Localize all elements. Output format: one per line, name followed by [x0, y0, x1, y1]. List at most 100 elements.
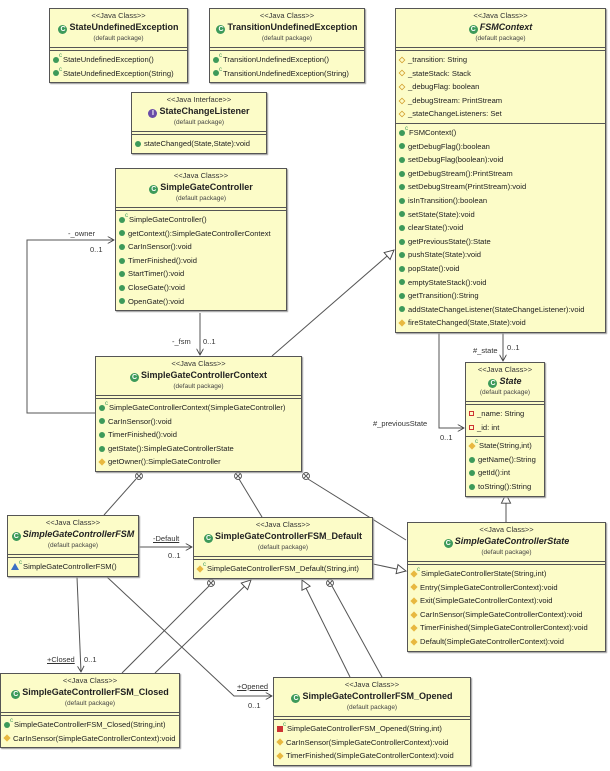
method-item[interactable]: getDebugStream():PrintStream — [399, 167, 605, 181]
class-box-simplegatecontrollerfsm-opened[interactable]: <<Java Class>> C SimpleGateControllerFSM_O… — [273, 677, 471, 766]
member-text: CloseGate():void — [128, 282, 185, 292]
method-item[interactable]: Exit(SimpleGateControllerContext):void — [410, 594, 605, 608]
method-item[interactable]: getState():SimpleGateControllerState — [99, 442, 301, 456]
class-box-simplegatecontrollerstate[interactable]: <<Java Class>> C SimpleGateControllerState… — [407, 522, 606, 652]
public-icon — [469, 456, 475, 463]
member-text: getContext():SimpleGateControllerContext — [128, 228, 271, 238]
state-role-label: #_state — [473, 346, 498, 355]
class-box-statechangelistener[interactable]: <<Java Interface>> I StateChangeListener (d… — [131, 92, 267, 154]
class-icon: C — [488, 379, 498, 388]
method-item[interactable]: c SimpleGateController() — [119, 213, 286, 227]
method-item[interactable]: Default(SimpleGateControllerContext):voi… — [410, 635, 605, 649]
methods-compartment: c StateUndefinedException() c StateUndefine… — [50, 51, 187, 82]
nesting-marker — [326, 579, 334, 587]
field-item[interactable]: _debugFlag: boolean — [398, 80, 605, 94]
method-item[interactable]: c TransitionUndefinedException(String) — [213, 67, 364, 81]
method-item[interactable]: c State(String,int) — [468, 439, 544, 453]
class-header: <<Java Class>> C SimpleGateController (defa… — [116, 169, 286, 207]
method-item[interactable]: CarInSensor(SimpleGateControllerContext)… — [276, 736, 470, 750]
field-item[interactable]: _stateChangeListeners: Set — [398, 107, 605, 121]
method-item[interactable]: emptyStateStack():void — [399, 276, 605, 290]
member-text: SimpleGateController() — [129, 215, 207, 224]
method-item[interactable]: getPreviousState():State — [399, 235, 605, 249]
field-item[interactable]: _name: String — [469, 407, 544, 421]
class-box-stateundefinedexception[interactable]: <<Java Class>> C StateUndefinedException (d… — [49, 8, 188, 84]
method-item[interactable]: c StateUndefinedException() — [53, 53, 187, 67]
method-item[interactable]: CarInSensor():void — [119, 240, 286, 254]
method-item[interactable]: c SimpleGateControllerFSM_Closed(String,i… — [4, 718, 179, 732]
package-label: (default package) — [257, 544, 309, 551]
class-box-simplegatecontroller[interactable]: <<Java Class>> C SimpleGateController (defa… — [115, 168, 287, 312]
method-item[interactable]: TimerFinished():void — [119, 254, 286, 268]
method-item[interactable]: StartTimer():void — [119, 267, 286, 281]
method-item[interactable]: TimerFinished():void — [99, 428, 301, 442]
protected-icon — [410, 638, 418, 646]
method-item[interactable]: getDebugFlag():boolean — [399, 140, 605, 154]
method-item[interactable]: popState():void — [399, 262, 605, 276]
class-name-text: SimpleGateControllerState — [454, 536, 570, 546]
method-item[interactable]: addStateChangeListener(StateChangeListen… — [399, 303, 605, 317]
member-text: CarInSensor(SimpleGateControllerContext)… — [420, 609, 583, 619]
method-item[interactable]: getName():String — [469, 453, 544, 467]
method-item[interactable]: getId():int — [469, 466, 544, 480]
method-item[interactable]: TimerFinished(SimpleGateControllerContex… — [276, 749, 470, 763]
method-item[interactable]: isInTransition():boolean — [399, 194, 605, 208]
method-item[interactable]: pushState(State):void — [399, 248, 605, 262]
field-item[interactable]: _debugStream: PrintStream — [398, 94, 605, 108]
field-item[interactable]: _id: int — [469, 421, 544, 435]
method-item[interactable]: c SimpleGateControllerFSM_Default(String,… — [196, 562, 372, 576]
class-box-simplegatecontrollerfsm[interactable]: <<Java Class>> C SimpleGateControllerFSM (d… — [7, 515, 139, 577]
method-item[interactable]: c FSMContext() — [399, 126, 605, 140]
class-name-text: SimpleGateController — [160, 182, 253, 192]
method-item[interactable]: Entry(SimpleGateControllerContext):void — [410, 581, 605, 595]
method-item[interactable]: getContext():SimpleGateControllerContext — [119, 227, 286, 241]
method-item[interactable]: c TransitionUndefinedException() — [213, 53, 364, 67]
stereotype: <<Java Class>> — [173, 171, 229, 180]
class-name: C SimpleGateControllerState — [410, 535, 603, 548]
method-item[interactable]: c SimpleGateControllerFSM_Opened(String,i… — [277, 722, 470, 736]
method-item[interactable]: c SimpleGateControllerFSM() — [11, 560, 138, 574]
field-item[interactable]: _stateStack: Stack — [398, 67, 605, 81]
method-item[interactable]: stateChanged(State,State):void — [135, 137, 266, 151]
field-item[interactable]: _transition: String — [398, 53, 605, 67]
class-icon: C — [58, 25, 68, 34]
constructor-marker-icon: c — [59, 53, 62, 59]
method-item[interactable]: c SimpleGateControllerContext(SimpleGateC… — [99, 401, 301, 415]
method-item[interactable]: setState(State):void — [399, 208, 605, 222]
methods-compartment: c FSMContext() getDebugFlag():boolean setDe… — [396, 122, 605, 332]
method-item[interactable]: OpenGate():void — [119, 295, 286, 309]
class-box-transitionundefinedexception[interactable]: <<Java Class>> C TransitionUndefinedExcept… — [209, 8, 365, 84]
member-text: _debugFlag: boolean — [408, 82, 480, 92]
class-box-fsmcontext[interactable]: <<Java Class>> C FSMContext (default packag… — [395, 8, 606, 333]
method-item[interactable]: c SimpleGateControllerState(String,int) — [410, 567, 605, 581]
method-item[interactable]: setDebugStream(PrintStream):void — [399, 180, 605, 194]
method-item[interactable]: getTransition():String — [399, 289, 605, 303]
method-item[interactable]: c StateUndefinedException(String) — [53, 67, 187, 81]
opened-role-label: +Opened — [237, 682, 269, 691]
class-box-simplegatecontrollerfsm-closed[interactable]: <<Java Class>> C SimpleGateControllerFSM_C… — [0, 673, 180, 749]
method-item[interactable]: toString():String — [469, 480, 544, 494]
method-item[interactable]: CarInSensor():void — [99, 415, 301, 429]
methods-compartment: c SimpleGateControllerFSM_Closed(String,i… — [1, 716, 179, 747]
class-box-simplegatecontrollerfsm-default[interactable]: <<Java Class>> C SimpleGateControllerFSM_D… — [193, 517, 373, 579]
member-text: setDebugStream(PrintStream):void — [408, 182, 527, 192]
field-protected-icon — [398, 69, 406, 77]
class-header: <<Java Class>> C StateUndefinedException (d… — [50, 9, 187, 47]
class-box-state[interactable]: <<Java Class>> C State (default package) _na… — [465, 362, 545, 497]
method-item[interactable]: getOwner():SimpleGateController — [98, 455, 301, 469]
method-item[interactable]: CloseGate():void — [119, 281, 286, 295]
method-item[interactable]: CarInSensor(SimpleGateControllerContext)… — [3, 732, 179, 746]
class-header: <<Java Class>> C FSMContext (default packag… — [396, 9, 605, 47]
methods-compartment: c TransitionUndefinedException() c Transiti… — [210, 51, 364, 82]
class-box-simplegatecontrollercontext[interactable]: <<Java Class>> C SimpleGateControllerConte… — [95, 356, 302, 472]
method-item[interactable]: setDebugFlag(boolean):void — [399, 153, 605, 167]
field-protected-icon — [398, 56, 406, 64]
nesting-marker — [302, 472, 310, 480]
method-item[interactable]: CarInSensor(SimpleGateControllerContext)… — [410, 608, 605, 622]
method-item[interactable]: fireStateChanged(State,State):void — [398, 316, 605, 330]
stereotype: <<Java Class>> — [171, 359, 226, 368]
method-item[interactable]: clearState():void — [399, 221, 605, 235]
public-icon — [469, 470, 475, 477]
methods-compartment: c SimpleGateControllerFSM_Opened(String,i… — [274, 720, 470, 765]
method-item[interactable]: TimerFinished(SimpleGateControllerContex… — [410, 621, 605, 635]
